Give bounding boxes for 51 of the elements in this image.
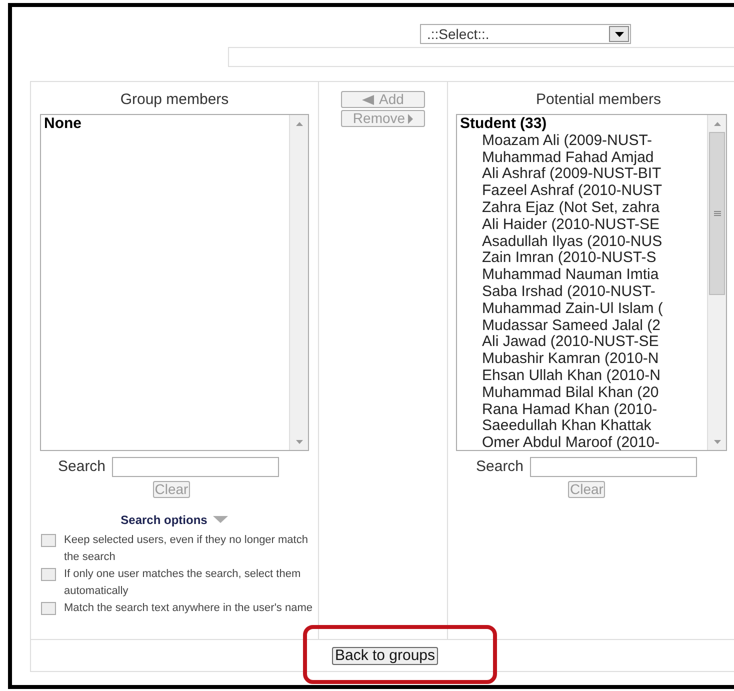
- search-field[interactable]: [112, 457, 279, 478]
- group-label: Student (33): [460, 116, 548, 133]
- scroll-down-icon: [296, 440, 302, 444]
- left-arrow-icon: [362, 95, 374, 106]
- listbox[interactable]: None: [40, 114, 309, 451]
- list-item[interactable]: Moazam Ali (2009-NUST-: [460, 132, 704, 150]
- list-item[interactable]: Ehsan Ullah Khan (2010-N: [460, 368, 704, 385]
- column-heading: Potential members: [534, 90, 662, 110]
- list-item[interactable]: Mudassar Sameed Jalal (2: [460, 318, 704, 334]
- checkbox[interactable]: [41, 568, 56, 580]
- list-item[interactable]: Ali Jawad (2010-NUST-SE: [460, 334, 704, 352]
- list-item[interactable]: Muhammad Nauman Imtia: [460, 267, 704, 284]
- list-item[interactable]: Zahra Ejaz (Not Set, zahra: [460, 200, 704, 217]
- list-item[interactable]: Rana Hamad Khan (2010-: [460, 402, 704, 418]
- dropdown-arrow-icon: [614, 32, 624, 36]
- text-field[interactable]: [228, 47, 734, 67]
- checkbox[interactable]: [41, 602, 56, 614]
- search-label: Search: [476, 457, 524, 477]
- scroll-down-icon: [714, 440, 720, 444]
- list-item[interactable]: Muhammad Zain-Ul Islam (: [460, 300, 704, 318]
- list-item[interactable]: Mubashir Kamran (2010-N: [460, 351, 704, 368]
- list-item[interactable]: Ali Ashraf (2009-NUST-BIT: [460, 166, 704, 184]
- right-arrow-icon: [408, 114, 414, 124]
- list-item[interactable]: Saeedullah Khan Khattak: [460, 418, 704, 436]
- search-options-toggle[interactable]: Search options: [31, 510, 318, 528]
- grip-icon: [714, 211, 720, 216]
- column-heading: Group members: [119, 90, 230, 110]
- group-dropdown[interactable]: .::Select::.: [420, 24, 631, 44]
- option-label: Match the search text anywhere in the user's name: [64, 600, 313, 616]
- dropdown-value: .::Select::.: [427, 24, 490, 44]
- scroll-up-icon: [714, 122, 720, 126]
- search-field[interactable]: [530, 457, 697, 478]
- scroll-up-icon: [296, 122, 302, 126]
- list-item[interactable]: Omer Abdul Maroof (2010-: [460, 435, 704, 452]
- list-item[interactable]: Muhammad Bilal Khan (20: [460, 384, 704, 402]
- scrollbar[interactable]: [289, 115, 308, 450]
- caret-icon: [213, 516, 228, 523]
- list-item[interactable]: Fazeel Ashraf (2010-NUST: [460, 183, 704, 200]
- list-item[interactable]: Zain Imran (2010-NUST-S: [460, 250, 704, 268]
- listbox[interactable]: [456, 114, 727, 451]
- list-item[interactable]: Ali Haider (2010-NUST-SE: [460, 216, 704, 234]
- scrollbar[interactable]: [707, 115, 726, 450]
- list-item[interactable]: Muhammad Fahad Amjad: [460, 150, 704, 166]
- search-label: Search: [58, 457, 106, 477]
- group-label: None: [44, 116, 82, 133]
- list-item[interactable]: Asadullah Ilyas (2010-NUS: [460, 234, 704, 250]
- back-to-groups-button[interactable]: Back to groups: [332, 646, 438, 664]
- option-label: Keep selected users, even if they no longer match the search: [64, 532, 309, 564]
- checkbox[interactable]: [41, 534, 56, 546]
- list-item[interactable]: Saba Irshad (2010-NUST-: [460, 284, 704, 301]
- option-label: If only one user matches the search, select them automatically: [64, 566, 302, 598]
